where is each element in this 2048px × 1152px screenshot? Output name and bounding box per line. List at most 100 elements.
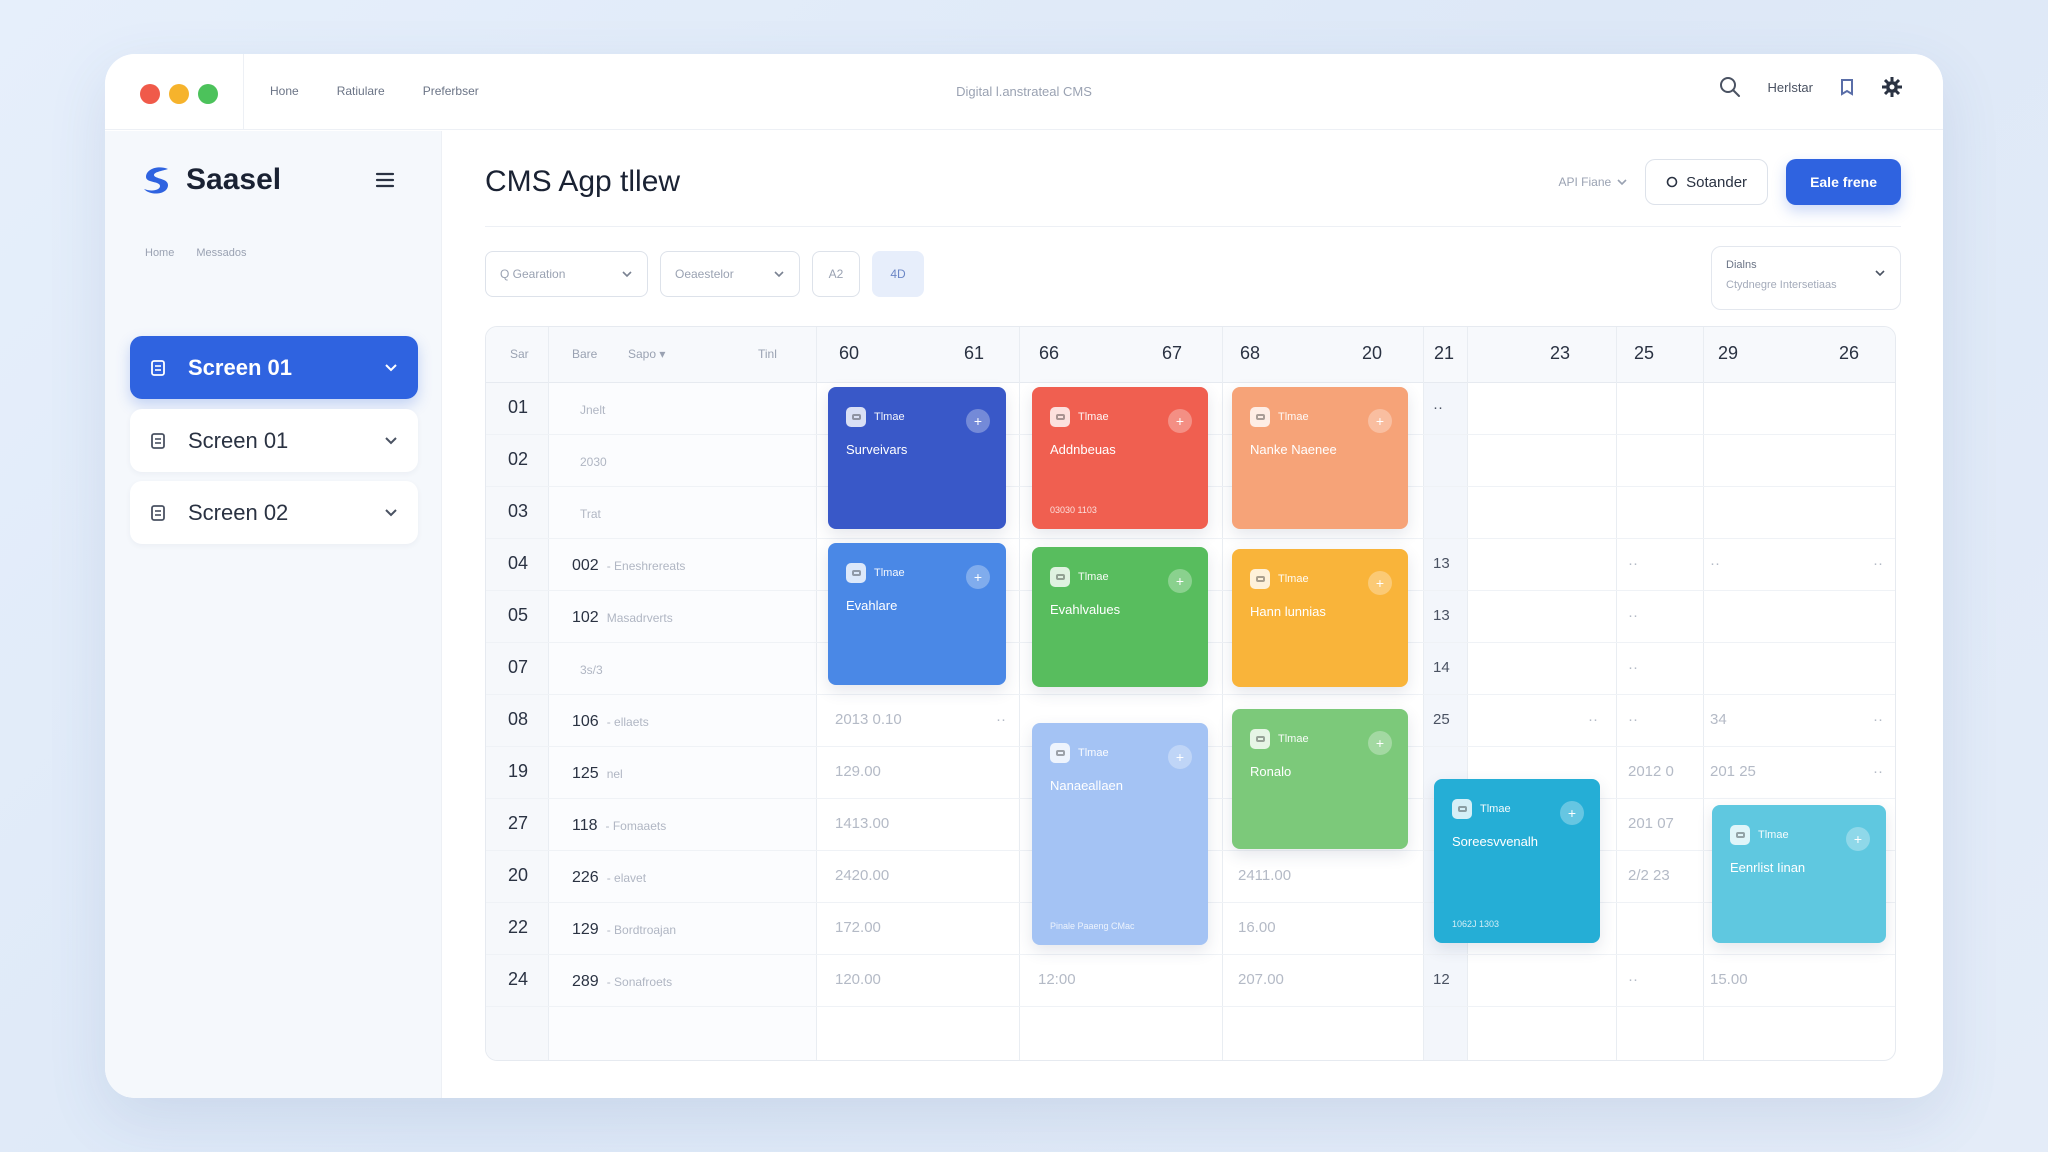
date-header[interactable]: 61 (964, 343, 984, 364)
4d-filter[interactable]: 4D (872, 251, 924, 297)
brand[interactable]: Saasel (140, 163, 281, 197)
add-icon[interactable]: + (1846, 827, 1870, 851)
table-cell: 120.00 (835, 971, 881, 988)
sidebar-item-label: Screen 02 (188, 499, 289, 525)
sidebar-item-screen-01[interactable]: Screen 01 (130, 409, 418, 472)
row-name: 125 nel (572, 765, 623, 783)
view-select-sub: Ctydnegre Intersetiaas (1726, 279, 1837, 291)
row-label: - Bordtroajan (606, 923, 677, 937)
chevron-down-icon (1874, 269, 1886, 277)
user-name[interactable]: Herlstar (1767, 80, 1813, 95)
filter-label: Oeaestelor (675, 267, 734, 281)
chevron-down-icon[interactable] (384, 508, 398, 518)
event-card[interactable]: Tlmae + Ronalo (1232, 709, 1408, 849)
event-card[interactable]: Tlmae + Evahlvalues (1032, 547, 1208, 687)
add-icon[interactable]: + (1168, 569, 1192, 593)
row-number: 20 (508, 865, 529, 885)
settings-gear-icon[interactable] (1881, 76, 1903, 98)
event-card[interactable]: Tlmae + Eenrlist Iinan (1712, 805, 1886, 943)
date-header[interactable]: 25 (1634, 343, 1654, 364)
calendar-tag-icon (846, 563, 866, 583)
breadcrumb: Home Messados (145, 247, 246, 259)
add-icon[interactable]: + (1168, 409, 1192, 433)
row-code: 002 (572, 557, 599, 574)
event-card-tag: Tlmae (1278, 733, 1309, 745)
table-cell: ·· (1628, 607, 1638, 624)
generation-filter[interactable]: Q Gearation (485, 251, 648, 297)
event-card[interactable]: Tlmae + Evahlare (828, 543, 1006, 685)
date-header[interactable]: 20 (1362, 343, 1382, 364)
table-cell: 13 (1433, 607, 1450, 624)
table-cell: ·· (1710, 555, 1720, 572)
event-card[interactable]: Tlmae + Soreesvvenalh 1062J 1303 (1434, 779, 1600, 943)
add-icon[interactable]: + (966, 565, 990, 589)
page-title: CMS Agp tllew (485, 165, 681, 198)
add-icon[interactable]: + (1368, 571, 1392, 595)
date-header[interactable]: 21 (1434, 343, 1454, 364)
document-icon (150, 359, 166, 377)
row-label: - elavet (606, 871, 647, 885)
add-icon[interactable]: + (1368, 409, 1392, 433)
breadcrumb-item[interactable]: Messados (196, 247, 246, 259)
view-select[interactable]: Dialns Ctydnegre Intersetiaas (1711, 246, 1901, 310)
breadcrumb-item[interactable]: Home (145, 247, 174, 259)
chevron-down-icon (1617, 178, 1627, 186)
chevron-down-icon[interactable] (384, 363, 398, 373)
event-card-tag: Tlmae (1278, 411, 1309, 423)
row-number: 01 (508, 397, 529, 417)
date-header[interactable]: 66 (1039, 343, 1059, 364)
column-header[interactable]: Sar (510, 347, 529, 361)
event-card-tag: Tlmae (1758, 829, 1789, 841)
bookmark-icon[interactable] (1839, 78, 1855, 96)
add-icon[interactable]: + (1168, 745, 1192, 769)
menu-icon[interactable] (375, 171, 395, 189)
sidebar-item-screen-01-active[interactable]: Screen 01 (130, 336, 418, 399)
table-row[interactable]: 24 289 - Sonafroets 120.00 12:00 207.00 12 ·· 15… (486, 955, 1895, 1007)
title-bar: Hone Ratiulare Preferbser Digital l.anst… (105, 54, 1943, 130)
primary-action-button[interactable]: Eale frene (1786, 159, 1901, 205)
row-code: 226 (572, 869, 599, 886)
sort-caret-icon: ▾ (659, 347, 666, 361)
row-label: 3s/3 (580, 663, 603, 677)
chevron-down-icon[interactable] (384, 436, 398, 446)
date-header[interactable]: 29 (1718, 343, 1738, 364)
api-dropdown[interactable]: API Fiane (1558, 175, 1627, 189)
calendar-tag-icon (846, 407, 866, 427)
row-number: 07 (508, 657, 529, 677)
date-header[interactable]: 68 (1240, 343, 1260, 364)
table-cell: 12:00 (1038, 971, 1076, 988)
row-name: 106 - ellaets (572, 713, 649, 731)
column-header[interactable]: Tinl (758, 347, 777, 361)
event-card[interactable]: Tlmae + Nanke Naenee (1232, 387, 1408, 529)
table-cell: ·· (996, 711, 1006, 728)
date-header[interactable]: 60 (839, 343, 859, 364)
date-header[interactable]: 26 (1839, 343, 1859, 364)
event-card[interactable]: Tlmae + Surveivars (828, 387, 1006, 529)
add-icon[interactable]: + (1560, 801, 1584, 825)
event-card[interactable]: Tlmae + Addnbeuas 03030 1103 (1032, 387, 1208, 529)
table-cell: 16.00 (1238, 919, 1276, 936)
sotander-button[interactable]: Sotander (1645, 159, 1769, 205)
sidebar-item-screen-02[interactable]: Screen 02 (130, 481, 418, 544)
event-card[interactable]: Tlmae + Hann lunnias (1232, 549, 1408, 687)
table-header: Sar Bare Sapo ▾ Tinl 60 61 66 67 68 20 2… (486, 327, 1895, 383)
search-icon[interactable] (1719, 76, 1741, 98)
add-icon[interactable]: + (966, 409, 990, 433)
a2-filter[interactable]: A2 (812, 251, 860, 297)
date-header[interactable]: 67 (1162, 343, 1182, 364)
date-header[interactable]: 23 (1550, 343, 1570, 364)
header-divider (485, 226, 1901, 227)
column-header[interactable]: Sapo ▾ (628, 347, 665, 361)
event-card-footer: 1062J 1303 (1452, 919, 1500, 929)
row-label: - Sonafroets (606, 975, 673, 989)
column-header[interactable]: Bare (572, 347, 597, 361)
add-icon[interactable]: + (1368, 731, 1392, 755)
row-name: 226 - elavet (572, 869, 646, 887)
event-card-title: Ronalo (1250, 764, 1292, 779)
table-cell: ·· (1588, 711, 1598, 728)
owner-filter[interactable]: Oeaestelor (660, 251, 800, 297)
row-label: Masadrverts (606, 611, 673, 625)
event-card[interactable]: Tlmae + Nanaeallaen Pinale Paaeng CMac (1032, 723, 1208, 945)
event-card-title: Evahlvalues (1050, 602, 1121, 617)
row-label: - Fomaaets (605, 819, 667, 833)
